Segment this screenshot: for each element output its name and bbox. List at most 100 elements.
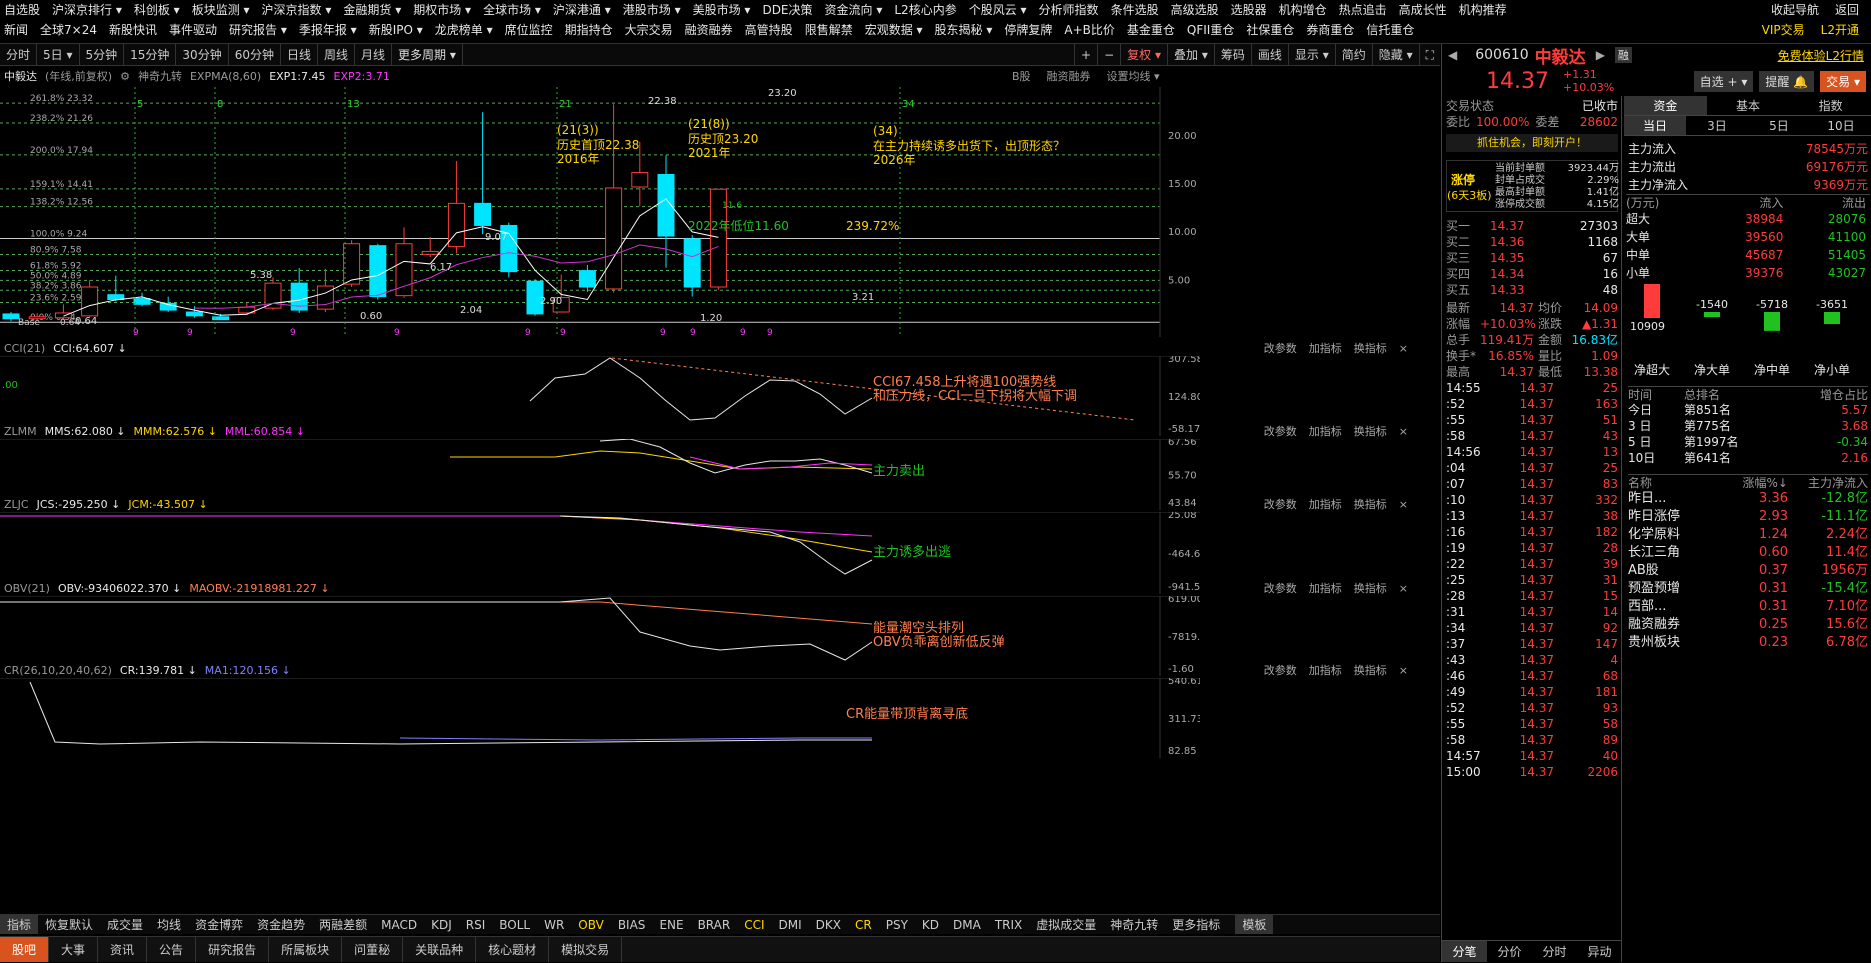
indicator-link-0[interactable]: 改参数: [1258, 580, 1303, 598]
indicator-link-2[interactable]: 换指标: [1348, 662, 1393, 680]
menu-item-row2-21[interactable]: 券商重仓: [1302, 20, 1362, 40]
indicator-tab-22[interactable]: DMA: [946, 915, 988, 934]
menu-item-row2-11[interactable]: 融资融券: [681, 20, 741, 40]
indicator-tab-14[interactable]: ENE: [652, 915, 690, 934]
toolbar-right-5[interactable]: 画线: [1250, 44, 1288, 66]
sector-row[interactable]: 昨日... 3.36 -12.8亿: [1628, 490, 1868, 508]
tick-tab-1[interactable]: 分价: [1487, 941, 1532, 962]
menu-item-row2-22[interactable]: 信托重仓: [1362, 20, 1422, 40]
fund-tab-2[interactable]: 指数: [1789, 96, 1871, 115]
menu-item-row1-7[interactable]: 全球市场 ▾: [479, 0, 549, 20]
menu-item-row2-10[interactable]: 大宗交易: [621, 20, 681, 40]
open-account-ad[interactable]: 抓住机会，即刻开户！: [1446, 134, 1618, 152]
bottom-link-8[interactable]: 核心题材: [476, 937, 550, 962]
menu-item-row2-4[interactable]: 研究报告 ▾: [225, 20, 295, 40]
period-tab-1[interactable]: 5日 ▾: [37, 44, 80, 65]
sector-row[interactable]: 昨日涨停 2.93 -11.1亿: [1628, 508, 1868, 526]
fund-tab-0[interactable]: 资金: [1624, 96, 1707, 115]
menu-item-row1-1[interactable]: 沪深京排行 ▾: [48, 0, 130, 20]
sector-row[interactable]: 化学原料 1.24 2.24亿: [1628, 526, 1868, 544]
menu-item-row1-21[interactable]: 高成长性: [1395, 0, 1455, 20]
bottom-link-9[interactable]: 模拟交易: [549, 937, 623, 962]
menu-item-row1-10[interactable]: 美股市场 ▾: [689, 0, 759, 20]
menu-item-row1-4[interactable]: 沪深京指数 ▾: [258, 0, 340, 20]
indicator-tab-10[interactable]: BOLL: [492, 915, 537, 934]
bottom-link-4[interactable]: 研究报告: [196, 937, 270, 962]
period-tab-9[interactable]: 更多周期 ▾: [392, 44, 463, 65]
indicator-tab-21[interactable]: KD: [915, 915, 946, 934]
indicator-link-0[interactable]: 改参数: [1258, 662, 1303, 680]
next-stock-icon[interactable]: ▶: [1586, 48, 1615, 62]
menu-item-row1-18[interactable]: 选股器: [1227, 0, 1275, 20]
candle[interactable]: [683, 235, 701, 297]
indicator-link-1[interactable]: 加指标: [1303, 423, 1348, 441]
toolbar-right-0[interactable]: +: [1074, 44, 1097, 66]
indicator-tab-5[interactable]: 资金趋势: [250, 915, 312, 934]
candle[interactable]: [369, 243, 387, 300]
menu-item-row1-6[interactable]: 期权市场 ▾: [409, 0, 479, 20]
menu-item-row1-12[interactable]: 资金流向 ▾: [821, 0, 891, 20]
period-tab-2[interactable]: 5分钟: [80, 44, 125, 65]
menu-item-row1-22[interactable]: 机构推荐: [1455, 0, 1515, 20]
magic-nine-label[interactable]: 神奇九转: [134, 67, 186, 87]
menu-item-row2-8[interactable]: 席位监控: [501, 20, 561, 40]
ma-settings-link[interactable]: 设置均线 ▾: [1099, 67, 1168, 87]
menu-item-row2-7[interactable]: 龙虎榜单 ▾: [431, 20, 501, 40]
menu-item-row1-14[interactable]: 个股风云 ▾: [965, 0, 1035, 20]
indicator-link-1[interactable]: 加指标: [1303, 340, 1348, 358]
menu-item-row1-17[interactable]: 高级选股: [1167, 0, 1227, 20]
tick-tab-0[interactable]: 分笔: [1442, 941, 1487, 962]
toolbar-right-4[interactable]: 筹码: [1213, 44, 1251, 66]
period-tab-3[interactable]: 15分钟: [124, 44, 177, 65]
sector-row[interactable]: 西部... 0.31 7.10亿: [1628, 598, 1868, 616]
indicator-tab-26[interactable]: 更多指标: [1165, 915, 1227, 934]
toolbar-right-6[interactable]: 显示 ▾: [1287, 44, 1335, 66]
fund-tab-1[interactable]: 基本: [1707, 96, 1790, 115]
sector-row[interactable]: 长江三角 0.60 11.4亿: [1628, 544, 1868, 562]
menu-item-row1-5[interactable]: 金融期货 ▾: [339, 0, 409, 20]
menu-item-row2-12[interactable]: 高管持股: [741, 20, 801, 40]
menu-item-row2-15[interactable]: 股东揭秘 ▾: [931, 20, 1001, 40]
trade-button[interactable]: 交易 ▾: [1820, 70, 1866, 92]
fund-subtab-3[interactable]: 10日: [1810, 116, 1871, 135]
menu-item-row1-15[interactable]: 分析师指数: [1035, 0, 1107, 20]
indicator-link-0[interactable]: 改参数: [1258, 496, 1303, 514]
menu-item-row1-0[interactable]: 自选股: [0, 0, 48, 20]
indicator-link-3[interactable]: ×: [1393, 496, 1414, 514]
menu-item-row2-6[interactable]: 新股IPO ▾: [365, 20, 431, 40]
indicator-link-3[interactable]: ×: [1393, 423, 1414, 441]
sector-row[interactable]: 预盈预增 0.31 -15.4亿: [1628, 580, 1868, 598]
period-tab-0[interactable]: 分时: [0, 44, 38, 65]
indicator-tab-12[interactable]: OBV: [571, 915, 611, 934]
indicator-tab-25[interactable]: 神奇九转: [1103, 915, 1165, 934]
bottom-link-7[interactable]: 关联品种: [403, 937, 477, 962]
indicator-link-0[interactable]: 改参数: [1258, 423, 1303, 441]
menu-item-row2-20[interactable]: 社保重仓: [1242, 20, 1302, 40]
menu-item-row2-3[interactable]: 事件驱动: [165, 20, 225, 40]
menu-item-row2-5[interactable]: 季报年报 ▾: [295, 20, 365, 40]
indicator-tab-13[interactable]: BIAS: [611, 915, 653, 934]
indicator-link-3[interactable]: ×: [1393, 340, 1414, 358]
indicator-tab-23[interactable]: TRIX: [988, 915, 1029, 934]
menu-item-row2-17[interactable]: A+B比价: [1060, 20, 1123, 40]
indicator-tab-4[interactable]: 资金博弈: [188, 915, 250, 934]
indicator-link-1[interactable]: 加指标: [1303, 580, 1348, 598]
bottom-link-5[interactable]: 所属板块: [269, 937, 343, 962]
prev-stock-icon[interactable]: ◀: [1442, 48, 1463, 62]
indicator-link-2[interactable]: 换指标: [1348, 340, 1393, 358]
toolbar-right-2[interactable]: 复权 ▾: [1120, 44, 1167, 66]
indicator-link-3[interactable]: ×: [1393, 580, 1414, 598]
sector-row[interactable]: 贵州板块 0.23 6.78亿: [1628, 634, 1868, 652]
indicator-tab-8[interactable]: KDJ: [424, 915, 459, 934]
candle[interactable]: [500, 222, 518, 278]
watchlist-button[interactable]: 自选 + ▾: [1693, 70, 1754, 92]
fund-subtab-2[interactable]: 5日: [1748, 116, 1810, 135]
menu-item-row1-8[interactable]: 沪深港通 ▾: [549, 0, 619, 20]
indicator-tab-16[interactable]: CCI: [737, 915, 771, 934]
toolbar-right-8[interactable]: 隐藏 ▾: [1371, 44, 1419, 66]
bottom-link-2[interactable]: 资讯: [98, 937, 148, 962]
menu-item-row2-18[interactable]: 基金重仓: [1123, 20, 1183, 40]
l2-open-link[interactable]: L2开通: [1813, 20, 1867, 40]
bshare-link[interactable]: B股: [1004, 67, 1039, 87]
collapse-nav-link[interactable]: 收起导航: [1763, 0, 1827, 20]
